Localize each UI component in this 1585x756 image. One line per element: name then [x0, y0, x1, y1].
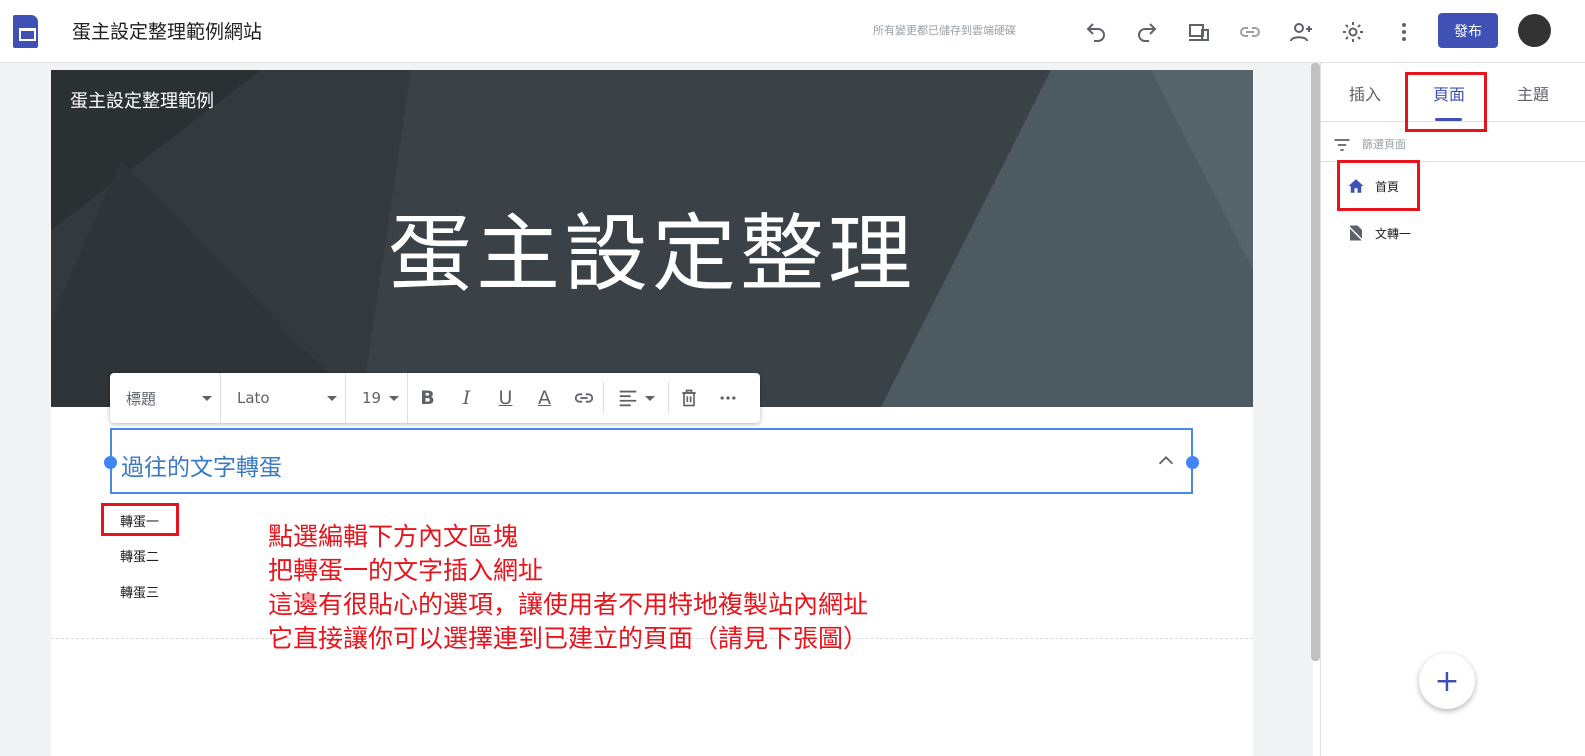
resize-handle-right[interactable]	[1186, 456, 1199, 469]
delete-icon[interactable]	[669, 373, 708, 423]
share-icon[interactable]	[1285, 16, 1317, 48]
save-status: 所有變更都已儲存到雲端硬碟	[873, 24, 1016, 37]
top-bar: 蛋主設定整理範例網站 所有變更都已儲存到雲端硬碟 發布	[0, 0, 1585, 63]
font-select-value: Lato	[237, 389, 270, 407]
annotation-line: 點選編輯下方內文區塊	[268, 522, 519, 551]
chevron-down-icon	[389, 395, 399, 401]
highlight-box	[1337, 160, 1420, 211]
list-item[interactable]: 轉蛋二	[120, 546, 159, 565]
redo-icon[interactable]	[1131, 16, 1163, 48]
banner-title[interactable]: 蛋主設定整理	[51, 187, 1253, 308]
text-color-icon[interactable]: A	[525, 373, 564, 423]
size-select[interactable]: 19	[346, 373, 408, 423]
tab-themes[interactable]: 主題	[1517, 81, 1549, 105]
chevron-down-icon	[645, 395, 655, 401]
chevron-down-icon	[327, 395, 337, 401]
preview-icon[interactable]	[1183, 16, 1215, 48]
style-select-value: 標題	[126, 389, 157, 408]
style-select[interactable]: 標題	[110, 373, 221, 423]
size-select-value: 19	[362, 389, 382, 407]
header-banner[interactable]: 蛋主設定整理範例 蛋主設定整理	[51, 70, 1253, 407]
settings-icon[interactable]	[1337, 16, 1369, 48]
align-icon[interactable]	[604, 373, 668, 423]
insert-link-icon[interactable]	[564, 373, 603, 423]
underline-icon[interactable]: U	[486, 373, 525, 423]
tab-insert[interactable]: 插入	[1349, 81, 1381, 105]
google-sites-logo-icon[interactable]	[13, 15, 38, 48]
add-page-button[interactable]: +	[1419, 653, 1475, 709]
annotation-line: 它直接讓你可以選擇連到已建立的頁面（請見下張圖）	[268, 624, 869, 653]
undo-icon[interactable]	[1080, 16, 1112, 48]
italic-icon[interactable]: I	[447, 373, 486, 423]
heading-text[interactable]: 過往的文字轉蛋	[121, 448, 282, 482]
scrollbar[interactable]	[1311, 63, 1320, 661]
chevron-down-icon	[202, 395, 212, 401]
annotation-line: 這邊有很貼心的選項，讓使用者不用特地複製站內網址	[268, 590, 869, 619]
banner-site-name: 蛋主設定整理範例	[70, 91, 214, 112]
annotation-note: 點選編輯下方內文區塊 把轉蛋一的文字插入網址 這邊有很貼心的選項，讓使用者不用特…	[268, 520, 868, 656]
page-item-label: 文轉一	[1375, 226, 1412, 241]
bold-icon[interactable]: B	[408, 373, 447, 423]
filter-icon	[1332, 135, 1352, 159]
avatar[interactable]	[1518, 14, 1551, 47]
filter-pages-input[interactable]: 篩選頁面	[1362, 136, 1406, 152]
highlight-box	[101, 503, 179, 536]
link-icon[interactable]	[1234, 16, 1266, 48]
highlight-box	[1405, 72, 1487, 132]
publish-button[interactable]: 發布	[1438, 13, 1498, 48]
more-vert-icon[interactable]	[1388, 16, 1420, 48]
hidden-page-icon	[1347, 225, 1364, 242]
site-title[interactable]: 蛋主設定整理範例網站	[72, 17, 262, 44]
annotation-line: 把轉蛋一的文字插入網址	[268, 556, 544, 585]
resize-handle-left[interactable]	[104, 456, 117, 469]
more-horiz-icon[interactable]	[708, 373, 747, 423]
page-item-doc[interactable]: 文轉一	[1347, 224, 1411, 242]
format-toolbar: 標題 Lato 19 B I U A	[110, 373, 760, 423]
chevron-up-icon[interactable]	[1155, 450, 1177, 472]
font-select[interactable]: Lato	[221, 373, 346, 423]
heading-text-box[interactable]: 過往的文字轉蛋	[104, 428, 1199, 494]
list-item[interactable]: 轉蛋三	[120, 582, 159, 601]
